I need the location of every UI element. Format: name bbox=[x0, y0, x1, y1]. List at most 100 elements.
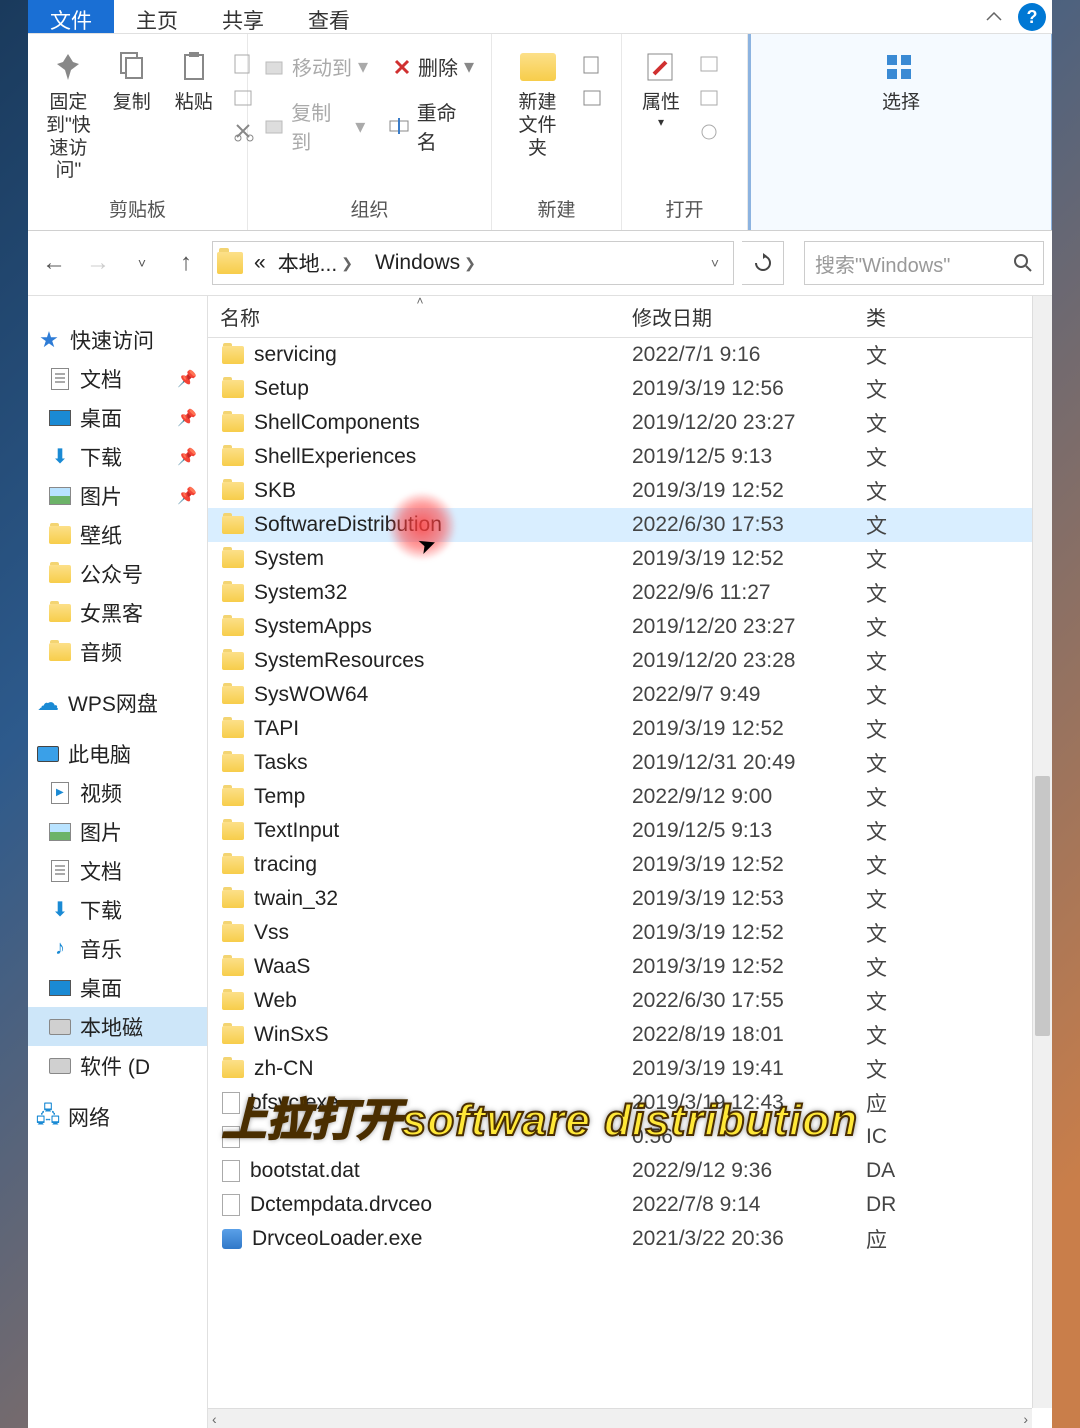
file-row[interactable]: Temp2022/9/12 9:00文 bbox=[208, 780, 1052, 814]
sidebar-wps[interactable]: ☁ WPS网盘 bbox=[28, 683, 207, 722]
new-item-button[interactable] bbox=[575, 48, 613, 80]
new-small-buttons bbox=[575, 42, 613, 114]
file-row[interactable]: System322022/9/6 11:27文 bbox=[208, 576, 1052, 610]
tab-view[interactable]: 查看 bbox=[286, 0, 372, 33]
new-folder-button[interactable]: 新建 文件夹 bbox=[500, 42, 575, 164]
copy-to-button[interactable]: 复制到▾ bbox=[256, 91, 373, 161]
file-row[interactable]: ShellComponents2019/12/20 23:27文 bbox=[208, 406, 1052, 440]
rename-button[interactable]: 重命名 bbox=[381, 91, 483, 161]
tab-file[interactable]: 文件 bbox=[28, 0, 114, 33]
history-button[interactable] bbox=[692, 116, 730, 148]
sidebar-pc-item[interactable]: 图片 bbox=[28, 812, 207, 851]
edit-button[interactable] bbox=[692, 82, 730, 114]
file-row[interactable]: System2019/3/19 12:52文 bbox=[208, 542, 1052, 576]
scroll-right-icon[interactable]: › bbox=[1023, 1411, 1028, 1427]
file-row[interactable]: bfsvc.exe2019/3/19 12:43应 bbox=[208, 1086, 1052, 1120]
sidebar-quick-item[interactable]: 公众号 bbox=[28, 554, 207, 593]
breadcrumb-ellipsis[interactable]: « bbox=[248, 251, 272, 275]
sidebar-pc-item[interactable]: ♪音乐 bbox=[28, 929, 207, 968]
file-row[interactable]: Tasks2019/12/31 20:49文 bbox=[208, 746, 1052, 780]
header-date[interactable]: 修改日期 bbox=[632, 302, 866, 331]
file-row[interactable]: tracing2019/3/19 12:52文 bbox=[208, 848, 1052, 882]
file-row[interactable]: SystemApps2019/12/20 23:27文 bbox=[208, 610, 1052, 644]
select-button[interactable]: 选择 bbox=[870, 42, 932, 119]
file-row[interactable]: 0:56IC bbox=[208, 1120, 1052, 1154]
easy-access-button[interactable] bbox=[575, 82, 613, 114]
header-type[interactable]: 类 bbox=[866, 302, 1052, 331]
sidebar-quick-access[interactable]: ★ 快速访问 bbox=[28, 320, 207, 359]
file-row[interactable]: WaaS2019/3/19 12:52文 bbox=[208, 950, 1052, 984]
sidebar-network[interactable]: 🖧 网络 bbox=[28, 1097, 207, 1136]
copy-button[interactable]: 复制 bbox=[101, 42, 163, 119]
move-to-button[interactable]: 移动到▾ bbox=[256, 46, 376, 87]
properties-button[interactable]: 属性▾ bbox=[630, 42, 692, 133]
video-icon bbox=[48, 782, 72, 804]
back-button[interactable]: ← bbox=[36, 245, 72, 281]
folder-icon bbox=[48, 563, 72, 585]
pc-icon bbox=[36, 743, 60, 765]
breadcrumb-local[interactable]: 本地...❯ bbox=[272, 248, 369, 278]
refresh-button[interactable] bbox=[742, 241, 784, 285]
address-dropdown[interactable]: ˅ bbox=[707, 255, 729, 271]
help-button[interactable]: ? bbox=[1018, 3, 1046, 31]
horizontal-scrollbar[interactable]: ‹ › bbox=[208, 1408, 1032, 1428]
file-row[interactable]: WinSxS2022/8/19 18:01文 bbox=[208, 1018, 1052, 1052]
file-row[interactable]: bootstat.dat2022/9/12 9:36DA bbox=[208, 1154, 1052, 1188]
pin-quick-access-button[interactable]: 固定到"快 速访问" bbox=[36, 42, 101, 187]
sidebar-quick-item[interactable]: 壁纸 bbox=[28, 515, 207, 554]
file-row[interactable]: ShellExperiences2019/12/5 9:13文 bbox=[208, 440, 1052, 474]
scrollbar-thumb[interactable] bbox=[1035, 776, 1050, 1036]
vertical-scrollbar[interactable] bbox=[1032, 296, 1052, 1408]
ribbon-collapse-button[interactable] bbox=[976, 0, 1012, 33]
sidebar-quick-item[interactable]: ⬇下载📌 bbox=[28, 437, 207, 476]
ribbon-group-clipboard: 固定到"快 速访问" 复制 粘贴 剪贴板 bbox=[28, 34, 248, 230]
sidebar-pc-item[interactable]: 视频 bbox=[28, 773, 207, 812]
sidebar-this-pc[interactable]: 此电脑 bbox=[28, 734, 207, 773]
sidebar-pc-item[interactable]: 桌面 bbox=[28, 968, 207, 1007]
file-row[interactable]: Web2022/6/30 17:55文 bbox=[208, 984, 1052, 1018]
sidebar-quick-item[interactable]: 图片📌 bbox=[28, 476, 207, 515]
header-name[interactable]: ˄名称 bbox=[208, 302, 632, 331]
file-row[interactable]: Vss2019/3/19 12:52文 bbox=[208, 916, 1052, 950]
delete-button[interactable]: 删除▾ bbox=[384, 46, 482, 87]
forward-button[interactable]: → bbox=[80, 245, 116, 281]
sidebar-pc-item[interactable]: 本地磁 bbox=[28, 1007, 207, 1046]
folder-icon bbox=[222, 720, 244, 738]
sidebar-quick-item[interactable]: 文档📌 bbox=[28, 359, 207, 398]
sidebar-pc-item[interactable]: ⬇下载 bbox=[28, 890, 207, 929]
file-row[interactable]: SoftwareDistribution2022/6/30 17:53文 bbox=[208, 508, 1052, 542]
file-row[interactable]: TAPI2019/3/19 12:52文 bbox=[208, 712, 1052, 746]
sidebar-quick-item[interactable]: 音频 bbox=[28, 632, 207, 671]
new-item-icon bbox=[582, 53, 606, 75]
file-row[interactable]: twain_322019/3/19 12:53文 bbox=[208, 882, 1052, 916]
scroll-left-icon[interactable]: ‹ bbox=[212, 1411, 217, 1427]
file-row[interactable]: SystemResources2019/12/20 23:28文 bbox=[208, 644, 1052, 678]
file-row[interactable]: Setup2019/3/19 12:56文 bbox=[208, 372, 1052, 406]
file-row[interactable]: zh-CN2019/3/19 19:41文 bbox=[208, 1052, 1052, 1086]
up-button[interactable]: ↑ bbox=[168, 245, 204, 281]
file-row[interactable]: Dctempdata.drvceo2022/7/8 9:14DR bbox=[208, 1188, 1052, 1222]
file-row[interactable]: servicing2022/7/1 9:16文 bbox=[208, 338, 1052, 372]
sidebar-quick-item[interactable]: 女黑客 bbox=[28, 593, 207, 632]
breadcrumb-windows[interactable]: Windows❯ bbox=[369, 251, 492, 275]
tab-home[interactable]: 主页 bbox=[114, 0, 200, 33]
sidebar-pc-item[interactable]: 文档 bbox=[28, 851, 207, 890]
file-name: Temp bbox=[254, 785, 305, 809]
file-date: 2019/12/20 23:27 bbox=[632, 411, 866, 435]
address-bar[interactable]: « 本地...❯ Windows❯ ˅ bbox=[212, 241, 734, 285]
search-box[interactable]: 搜索"Windows" bbox=[804, 241, 1044, 285]
file-type: 文 bbox=[866, 612, 1052, 642]
recent-dropdown[interactable]: ˅ bbox=[124, 245, 160, 281]
file-row[interactable]: DrvceoLoader.exe2021/3/22 20:36应 bbox=[208, 1222, 1052, 1256]
folder-icon bbox=[48, 641, 72, 663]
file-row[interactable]: TextInput2019/12/5 9:13文 bbox=[208, 814, 1052, 848]
paste-button[interactable]: 粘贴 bbox=[163, 42, 225, 119]
file-row[interactable]: SKB2019/3/19 12:52文 bbox=[208, 474, 1052, 508]
sidebar-pc-item[interactable]: 软件 (D bbox=[28, 1046, 207, 1085]
sidebar-quick-item[interactable]: 桌面📌 bbox=[28, 398, 207, 437]
file-list[interactable]: ➤ servicing2022/7/1 9:16文Setup2019/3/19 … bbox=[208, 338, 1052, 1428]
open-button[interactable] bbox=[692, 48, 730, 80]
file-row[interactable]: SysWOW642022/9/7 9:49文 bbox=[208, 678, 1052, 712]
file-date: 2019/3/19 12:52 bbox=[632, 921, 866, 945]
tab-share[interactable]: 共享 bbox=[200, 0, 286, 33]
